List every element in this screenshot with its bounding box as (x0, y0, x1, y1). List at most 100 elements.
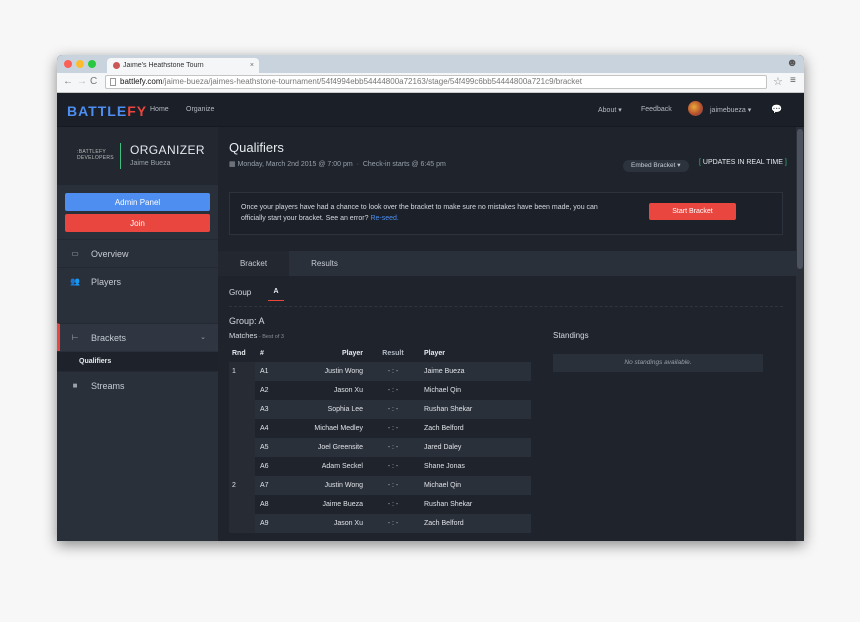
nav-home-link[interactable]: Home (150, 106, 169, 113)
reseed-link[interactable]: Re-seed. (370, 215, 398, 222)
start-date: Monday, March 2nd 2015 @ 7:00 pm (237, 161, 353, 168)
col-player1: Player (341, 350, 363, 357)
top-nav: BATTLEFY Home Organize About ▾ Feedback … (57, 93, 804, 127)
profile-icon[interactable]: ☻ (786, 57, 798, 69)
table-header: Rnd # Player Result Player (229, 345, 531, 362)
back-icon[interactable]: ← (63, 76, 73, 87)
matches-title: Matches (229, 331, 258, 340)
best-of-label: - Best of 3 (257, 334, 284, 340)
table-row[interactable]: A8 Jaime Bueza - : - Rushan Shekar (229, 495, 531, 514)
user-dropdown[interactable]: jaimebueza ▾ (710, 106, 751, 114)
browser-tab[interactable]: Jaime's Heathstone Tourn × (107, 58, 259, 73)
organizer-header: :BATTLEFY DEVELOPERS ORGANIZER Jaime Bue… (57, 127, 218, 185)
group-label: Group (229, 288, 252, 297)
group-heading: Group: A (229, 316, 265, 326)
player2: Shane Jonas (424, 463, 465, 470)
nav-organize-link[interactable]: Organize (186, 106, 214, 113)
join-button[interactable]: Join (65, 214, 210, 232)
admin-panel-button[interactable]: Admin Panel (65, 193, 210, 211)
video-icon: ■ (72, 381, 78, 390)
result: - : - (387, 501, 399, 508)
sidebar-item-streams[interactable]: ■ Streams (57, 371, 218, 399)
col-result: Result (382, 350, 404, 357)
org-title: ORGANIZER (130, 143, 205, 157)
table-row[interactable]: 2 A7 Justin Wong - : - Michael Qin (229, 476, 531, 495)
page-scrollbar[interactable] (796, 127, 804, 541)
scrollbar-thumb[interactable] (797, 129, 803, 269)
stage-schedule: ▦ Monday, March 2nd 2015 @ 7:00 pm · Che… (229, 160, 446, 168)
reload-icon[interactable]: C (90, 76, 97, 87)
tab-strip: Jaime's Heathstone Tourn × ☻ (57, 55, 804, 73)
notice-message: Once your players have had a chance to l… (241, 204, 598, 222)
site: BATTLEFY Home Organize About ▾ Feedback … (57, 93, 804, 541)
favicon-icon (113, 62, 120, 69)
match-id: A5 (260, 444, 269, 451)
minimize-window-button[interactable] (76, 60, 84, 68)
tab-close-icon[interactable]: × (250, 62, 254, 69)
embed-bracket-dropdown[interactable]: Embed Bracket ▾ (623, 160, 689, 172)
meta-separator: · (356, 161, 359, 168)
tab-bracket[interactable]: Bracket (218, 251, 289, 276)
table-row[interactable]: A3 Sophia Lee - : - Rushan Shekar (229, 400, 531, 419)
feedback-link[interactable]: Feedback (641, 106, 672, 113)
player1: Michael Medley (314, 425, 363, 432)
player1: Jason Xu (333, 387, 363, 394)
player2: Rushan Shekar (424, 406, 473, 413)
table-row[interactable]: A6 Adam Seckel - : - Shane Jonas (229, 457, 531, 476)
users-icon: 👥 (70, 277, 80, 286)
org-logo: :BATTLEFY DEVELOPERS (77, 149, 114, 161)
group-tab-a[interactable]: A (268, 288, 284, 301)
table-row[interactable]: 1 A1 Justin Wong - : - Jaime Bueza (229, 362, 531, 381)
calendar-icon: ▦ (229, 161, 236, 168)
sidebar-item-brackets[interactable]: ⊢ Brackets ⌄ (57, 323, 218, 351)
battlefy-logo[interactable]: BATTLEFY (67, 103, 147, 119)
maximize-window-button[interactable] (88, 60, 96, 68)
sidebar-item-label: Players (91, 276, 122, 287)
player2: Rushan Shekar (424, 501, 473, 508)
round-cell: 2 (232, 482, 236, 489)
no-standings-message: No standings available. (553, 354, 763, 372)
page-icon (110, 78, 116, 86)
result: - : - (387, 368, 399, 375)
logo-part2: FY (127, 103, 148, 119)
col-player2: Player (424, 350, 446, 357)
table-row[interactable]: A5 Joel Greensite - : - Jared Daley (229, 438, 531, 457)
player1: Sophia Lee (327, 406, 363, 413)
avatar[interactable] (688, 101, 703, 116)
group-selector: Group A (229, 288, 783, 307)
table-row[interactable]: A2 Jason Xu - : - Michael Qin (229, 381, 531, 400)
player2: Jared Daley (424, 444, 462, 451)
sidebar-item-players[interactable]: 👥 Players (57, 267, 218, 295)
bookmark-star-icon[interactable]: ☆ (773, 75, 783, 88)
match-id: A1 (260, 368, 269, 375)
logo-part1: BATTLE (67, 103, 128, 119)
table-row[interactable]: A4 Michael Medley - : - Zach Belford (229, 419, 531, 438)
close-window-button[interactable] (64, 60, 72, 68)
url-host: battlefy.com (120, 77, 163, 86)
checkin-time: Check-in starts @ 6:45 pm (362, 161, 446, 168)
player1: Joel Greensite (317, 444, 363, 451)
result: - : - (387, 520, 399, 527)
chat-icon[interactable]: 💬 (771, 104, 782, 115)
sidebar-item-label: Overview (91, 248, 129, 259)
page-title: Qualifiers (229, 140, 284, 155)
chevron-down-icon: ⌄ (200, 334, 206, 341)
table-row[interactable]: A9 Jason Xu - : - Zach Belford (229, 514, 531, 533)
tab-results[interactable]: Results (289, 251, 360, 276)
address-bar[interactable]: battlefy.com/jaime-bueza/jaimes-heathsto… (105, 75, 767, 89)
start-bracket-button[interactable]: Start Bracket (649, 203, 736, 220)
stage-tabs: Bracket Results (218, 251, 796, 276)
sidebar-item-overview[interactable]: ▭ Overview (57, 239, 218, 267)
match-id: A9 (260, 520, 269, 527)
sidebar-subitem-qualifiers[interactable]: Qualifiers (57, 352, 218, 371)
monitor-icon: ▭ (71, 249, 79, 258)
result: - : - (387, 482, 399, 489)
forward-icon[interactable]: → (77, 76, 87, 87)
player2: Jaime Bueza (424, 368, 465, 375)
about-dropdown[interactable]: About ▾ (598, 106, 622, 114)
player1: Adam Seckel (321, 463, 363, 470)
round-cell: 1 (232, 368, 236, 375)
player2: Zach Belford (424, 425, 464, 432)
menu-icon[interactable]: ≡ (790, 75, 796, 86)
match-id: A4 (260, 425, 269, 432)
